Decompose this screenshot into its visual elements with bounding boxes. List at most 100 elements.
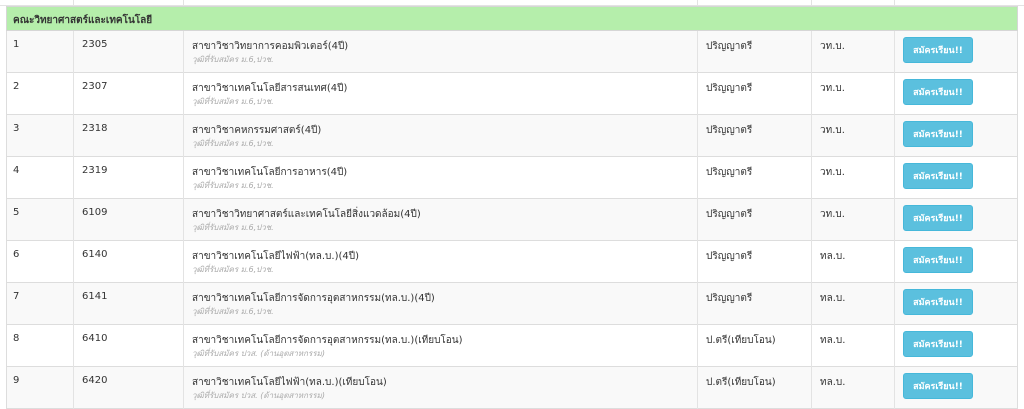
requirement-note: วุฒิที่รับสมัคร ปวส. (ด้านอุตสาหกรรม) xyxy=(192,349,326,358)
degree-abbr: วท.บ. xyxy=(820,41,845,52)
apply-button[interactable]: สมัครเรียน!! xyxy=(903,79,973,105)
apply-button[interactable]: สมัครเรียน!! xyxy=(903,373,973,399)
requirement-note: วุฒิที่รับสมัคร ม.6,ปวช. xyxy=(192,139,274,148)
program-name: สาขาวิชาวิทยาศาสตร์และเทคโนโลยีสิ่งแวดล้… xyxy=(192,209,421,220)
apply-button-cell: สมัครเรียน!! xyxy=(895,199,1019,241)
degree-abbr-cell: วท.บ. xyxy=(812,115,895,157)
faculty-title: คณะวิทยาศาสตร์และเทคโนโลยี xyxy=(13,15,153,26)
degree-level: ปริญญาตรี xyxy=(706,83,753,94)
row-number-cell: 3 xyxy=(7,115,74,157)
degree-level-cell: ปริญญาตรี xyxy=(698,115,812,157)
requirement-note: วุฒิที่รับสมัคร ม.6,ปวช. xyxy=(192,181,274,190)
program-code: 2307 xyxy=(82,81,108,92)
degree-abbr-cell: วท.บ. xyxy=(812,157,895,199)
table-row: 4 2319 สาขาวิชาเทคโนโลยีการอาหาร(4ปี) วุฒิท… xyxy=(6,157,1018,199)
row-number: 3 xyxy=(13,123,20,134)
program-name-cell: สาขาวิชาวิทยาศาสตร์และเทคโนโลยีสิ่งแวดล้… xyxy=(184,199,698,241)
degree-abbr: วท.บ. xyxy=(820,83,845,94)
degree-level: ปริญญาตรี xyxy=(706,293,753,304)
apply-button-cell: สมัครเรียน!! xyxy=(895,325,1019,367)
row-number-cell: 2 xyxy=(7,73,74,115)
table-row: 1 2305 สาขาวิชาวิทยาการคอมพิวเตอร์(4ปี) วุฒ… xyxy=(6,31,1018,73)
degree-level-cell: ปริญญาตรี xyxy=(698,199,812,241)
row-number-cell: 5 xyxy=(7,199,74,241)
degree-abbr: วท.บ. xyxy=(820,167,845,178)
row-number: 2 xyxy=(13,81,20,92)
program-name: สาขาวิชาเทคโนโลยีการอาหาร(4ปี) xyxy=(192,167,348,178)
degree-level-cell: ปริญญาตรี xyxy=(698,73,812,115)
apply-button[interactable]: สมัครเรียน!! xyxy=(903,331,973,357)
apply-button-cell: สมัครเรียน!! xyxy=(895,241,1019,283)
degree-level: ปริญญาตรี xyxy=(706,251,753,262)
program-code: 2318 xyxy=(82,123,108,134)
row-number: 8 xyxy=(13,333,20,344)
program-code: 6109 xyxy=(82,207,108,218)
degree-level-cell: ป.ตรี(เทียบโอน) xyxy=(698,325,812,367)
degree-abbr-cell: ทล.บ. xyxy=(812,367,895,409)
apply-button-cell: สมัครเรียน!! xyxy=(895,367,1019,409)
faculty-section-header: คณะวิทยาศาสตร์และเทคโนโลยี xyxy=(6,6,1018,31)
program-name-cell: สาขาวิชาเทคโนโลยีการจัดการอุตสาหกรรม(ทล.… xyxy=(184,283,698,325)
requirement-note: วุฒิที่รับสมัคร ม.6,ปวช. xyxy=(192,97,274,106)
program-name-cell: สาขาวิชาเทคโนโลยีไฟฟ้า(ทล.บ.)(เทียบโอน) ว… xyxy=(184,367,698,409)
table-row: 9 6420 สาขาวิชาเทคโนโลยีไฟฟ้า(ทล.บ.)(เทียบ… xyxy=(6,367,1018,409)
program-code-cell: 6410 xyxy=(74,325,184,367)
degree-abbr: ทล.บ. xyxy=(820,377,846,388)
apply-button[interactable]: สมัครเรียน!! xyxy=(903,121,973,147)
degree-level-cell: ป.ตรี(เทียบโอน) xyxy=(698,367,812,409)
degree-level: ป.ตรี(เทียบโอน) xyxy=(706,335,776,346)
row-number-cell: 8 xyxy=(7,325,74,367)
program-name-cell: สาขาวิชาวิทยาการคอมพิวเตอร์(4ปี) วุฒิที่ร… xyxy=(184,31,698,73)
program-code: 2319 xyxy=(82,165,108,176)
row-number-cell: 4 xyxy=(7,157,74,199)
row-number: 4 xyxy=(13,165,20,176)
program-code-cell: 6420 xyxy=(74,367,184,409)
program-name: สาขาวิชาเทคโนโลยีสารสนเทศ(4ปี) xyxy=(192,83,348,94)
apply-button[interactable]: สมัครเรียน!! xyxy=(903,37,973,63)
degree-abbr: วท.บ. xyxy=(820,125,845,136)
row-number: 7 xyxy=(13,291,20,302)
row-number-cell: 9 xyxy=(7,367,74,409)
degree-level: ปริญญาตรี xyxy=(706,209,753,220)
program-name-cell: สาขาวิชาเทคโนโลยีการอาหาร(4ปี) วุฒิที่รับ… xyxy=(184,157,698,199)
apply-button-cell: สมัครเรียน!! xyxy=(895,73,1019,115)
requirement-note: วุฒิที่รับสมัคร ปวส. (ด้านอุตสาหกรรม) xyxy=(192,391,326,400)
program-name: สาขาวิชาคหกรรมศาสตร์(4ปี) xyxy=(192,125,322,136)
program-code-cell: 6109 xyxy=(74,199,184,241)
degree-abbr: ทล.บ. xyxy=(820,251,846,262)
degree-level: ปริญญาตรี xyxy=(706,41,753,52)
program-name: สาขาวิชาเทคโนโลยีการจัดการอุตสาหกรรม(ทล.… xyxy=(192,335,463,346)
table-row: 5 6109 สาขาวิชาวิทยาศาสตร์และเทคโนโลยีสิ่ง… xyxy=(6,199,1018,241)
column-divider xyxy=(697,0,698,5)
program-name-cell: สาขาวิชาเทคโนโลยีการจัดการอุตสาหกรรม(ทล.… xyxy=(184,325,698,367)
row-number: 5 xyxy=(13,207,20,218)
apply-button-cell: สมัครเรียน!! xyxy=(895,115,1019,157)
degree-level-cell: ปริญญาตรี xyxy=(698,157,812,199)
program-name: สาขาวิชาเทคโนโลยีการจัดการอุตสาหกรรม(ทล.… xyxy=(192,293,435,304)
apply-button[interactable]: สมัครเรียน!! xyxy=(903,163,973,189)
program-name: สาขาวิชาเทคโนโลยีไฟฟ้า(ทล.บ.)(4ปี) xyxy=(192,251,359,262)
program-code-cell: 2305 xyxy=(74,31,184,73)
apply-button[interactable]: สมัครเรียน!! xyxy=(903,247,973,273)
table-row: 3 2318 สาขาวิชาคหกรรมศาสตร์(4ปี) วุฒิที่รับ… xyxy=(6,115,1018,157)
program-name-cell: สาขาวิชาเทคโนโลยีสารสนเทศ(4ปี) วุฒิที่รับ… xyxy=(184,73,698,115)
degree-level-cell: ปริญญาตรี xyxy=(698,283,812,325)
apply-button[interactable]: สมัครเรียน!! xyxy=(903,289,973,315)
requirement-note: วุฒิที่รับสมัคร ม.6,ปวช. xyxy=(192,223,274,232)
row-number: 1 xyxy=(13,39,20,50)
row-number-cell: 7 xyxy=(7,283,74,325)
degree-level: ป.ตรี(เทียบโอน) xyxy=(706,377,776,388)
requirement-note: วุฒิที่รับสมัคร ม.6,ปวช. xyxy=(192,307,274,316)
program-code-cell: 2318 xyxy=(74,115,184,157)
table-row: 7 6141 สาขาวิชาเทคโนโลยีการจัดการอุตสาหกรร… xyxy=(6,283,1018,325)
degree-abbr: ทล.บ. xyxy=(820,335,846,346)
degree-abbr-cell: ทล.บ. xyxy=(812,241,895,283)
apply-button-cell: สมัครเรียน!! xyxy=(895,283,1019,325)
program-name: สาขาวิชาวิทยาการคอมพิวเตอร์(4ปี) xyxy=(192,41,349,52)
row-number: 6 xyxy=(13,249,20,260)
degree-level-cell: ปริญญาตรี xyxy=(698,31,812,73)
apply-button[interactable]: สมัครเรียน!! xyxy=(903,205,973,231)
degree-level: ปริญญาตรี xyxy=(706,125,753,136)
table-row: 6 6140 สาขาวิชาเทคโนโลยีไฟฟ้า(ทล.บ.)(4ปี) ว… xyxy=(6,241,1018,283)
program-name: สาขาวิชาเทคโนโลยีไฟฟ้า(ทล.บ.)(เทียบโอน) xyxy=(192,377,387,388)
